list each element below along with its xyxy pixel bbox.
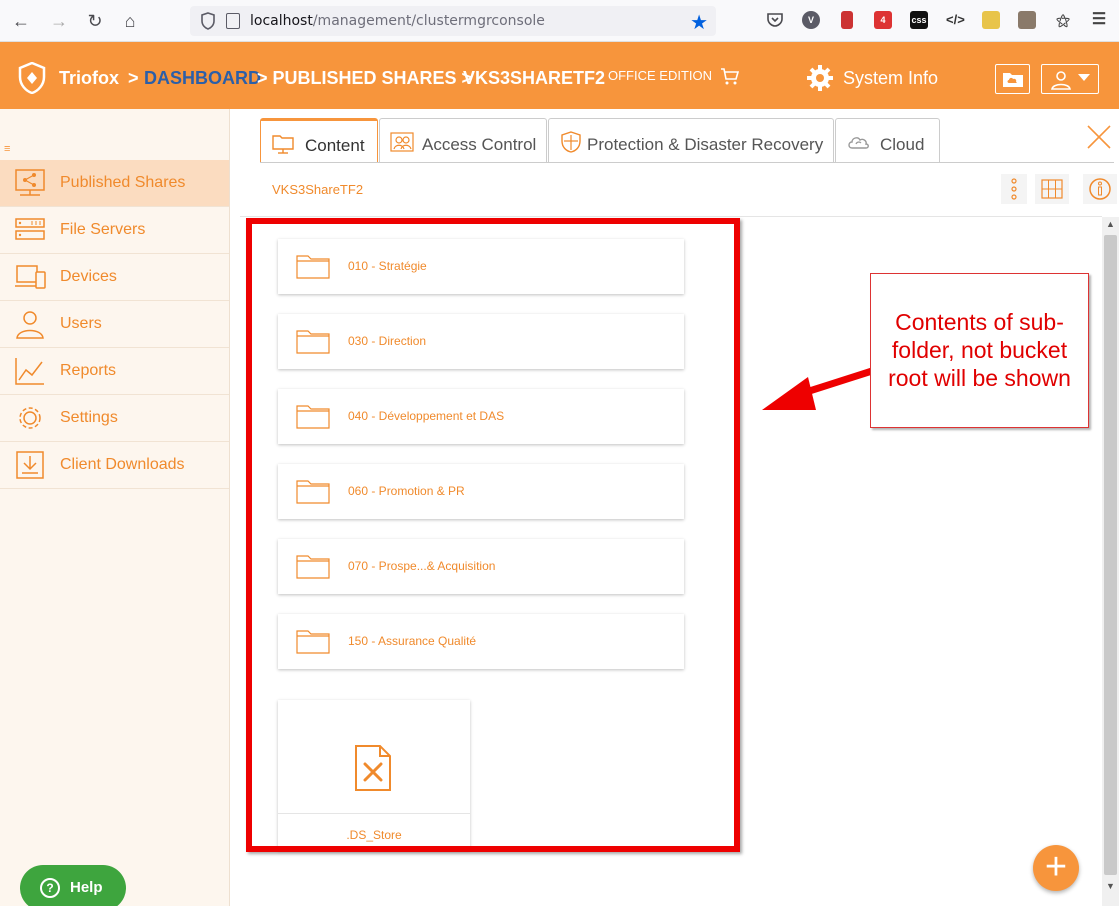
tab-cloud[interactable]: Cloud (835, 118, 940, 162)
extension-badge-icon[interactable]: 4 (874, 11, 892, 29)
gear-icon[interactable] (806, 64, 834, 92)
sidebar-item-label: File Servers (60, 221, 146, 238)
extension-css-icon[interactable]: css (910, 11, 928, 29)
annotation-callout: Contents of sub-folder, not bucket root … (870, 273, 1089, 428)
tab-label: Protection & Disaster Recovery (587, 135, 824, 154)
extension-pen-icon[interactable] (982, 11, 1000, 29)
pocket-icon[interactable] (766, 11, 784, 29)
sidebar-item-users[interactable]: Users (0, 301, 229, 348)
sidebar-item-reports[interactable]: Reports (0, 348, 229, 395)
scroll-thumb[interactable] (1104, 235, 1117, 875)
help-icon: ? (40, 878, 60, 898)
scrollbar[interactable]: ▲ ▼ (1102, 217, 1119, 906)
user-menu-button[interactable] (1041, 64, 1099, 94)
extension-badge-count: 4 (880, 15, 886, 25)
add-button[interactable]: + (1033, 845, 1079, 891)
system-info-link[interactable]: System Info (843, 68, 938, 89)
user-icon (1051, 71, 1071, 90)
breadcrumb-published-shares[interactable]: > PUBLISHED SHARES > (257, 68, 472, 89)
menu-icon[interactable]: ☰ (1090, 11, 1108, 29)
sidebar-item-label: Client Downloads (60, 456, 185, 473)
sidebar-item-label: Published Shares (60, 174, 186, 191)
cloud-folder-icon (1003, 73, 1023, 87)
app-header: Triofox > DASHBOARD > PUBLISHED SHARES >… (0, 42, 1119, 109)
extension-red-icon[interactable] (841, 11, 853, 29)
tab-label: Cloud (880, 135, 925, 154)
breadcrumb-separator: > (128, 68, 139, 88)
tab-label: Content (305, 136, 365, 155)
download-icon (16, 451, 44, 479)
cart-icon[interactable] (720, 66, 740, 86)
sidebar-item-settings[interactable]: Settings (0, 395, 229, 442)
back-icon[interactable]: ← (10, 10, 32, 32)
info-button[interactable] (1083, 174, 1117, 204)
breadcrumb-dashboard[interactable]: DASHBOARD (144, 68, 261, 89)
cloud-folder-button[interactable] (995, 64, 1030, 94)
sidebar: ≡ Published Shares File Servers Devices … (0, 109, 230, 906)
vertical-dots-icon (1011, 178, 1017, 200)
gear-icon (19, 407, 41, 429)
page-icon (226, 13, 240, 29)
user-icon (16, 311, 44, 339)
brand-name: Triofox (59, 68, 120, 88)
share-icon (15, 169, 45, 196)
url-bar[interactable]: localhost/management/clustermgrconsole ★ (190, 6, 716, 36)
sidebar-item-published-shares[interactable]: Published Shares (0, 160, 229, 207)
code-icon[interactable]: </> (946, 11, 965, 29)
scroll-up-icon[interactable]: ▲ (1104, 219, 1117, 233)
close-icon[interactable] (1086, 124, 1112, 150)
sidebar-item-label: Users (60, 315, 102, 332)
tab-protection[interactable]: Protection & Disaster Recovery (548, 118, 834, 162)
triofox-logo-icon (18, 62, 46, 94)
sidebar-toggle-icon[interactable]: ≡ (4, 143, 10, 155)
users-icon (390, 132, 414, 152)
extension-css-label: css (911, 15, 927, 25)
shield-icon (201, 12, 215, 30)
content-divider (240, 216, 1102, 217)
annotation-frame (246, 218, 740, 852)
bookmark-star-icon[interactable]: ★ (690, 10, 708, 35)
sidebar-item-client-downloads[interactable]: Client Downloads (0, 442, 229, 489)
more-options-button[interactable] (1001, 174, 1027, 204)
info-icon (1089, 178, 1111, 200)
extension-image-icon[interactable] (1018, 11, 1036, 29)
forward-icon[interactable]: → (48, 10, 70, 32)
grid-view-icon (1041, 179, 1063, 199)
tab-content[interactable]: Content (260, 118, 378, 162)
chevron-down-icon (1078, 74, 1090, 81)
browser-toolbar: ← → ↻ ⌂ localhost/management/clustermgrc… (0, 0, 1119, 42)
sidebar-item-label: Settings (60, 409, 118, 426)
tab-divider (260, 162, 1114, 163)
cloud-sync-icon (848, 137, 869, 149)
shield-icon (561, 131, 581, 153)
breadcrumb-current-share: VKS3SHARETF2 (463, 68, 606, 88)
chart-icon (15, 358, 44, 385)
help-button[interactable]: ? Help (20, 865, 126, 906)
server-icon (15, 218, 45, 240)
help-label: Help (70, 879, 103, 896)
sidebar-item-devices[interactable]: Devices (0, 254, 229, 301)
sidebar-item-label: Reports (60, 362, 117, 379)
tab-access-control[interactable]: Access Control (379, 118, 547, 162)
devices-icon (15, 265, 46, 289)
annotation-text: Contents of sub-folder, not bucket root … (888, 309, 1071, 391)
puzzle-icon[interactable]: ⚝ (1054, 11, 1072, 29)
sidebar-item-label: Devices (60, 268, 117, 285)
home-icon[interactable]: ⌂ (119, 10, 141, 32)
grid-view-button[interactable] (1035, 174, 1069, 204)
tab-label: Access Control (422, 135, 537, 154)
share-path[interactable]: VKS3ShareTF2 (272, 182, 363, 197)
monitor-folder-icon (272, 135, 294, 154)
edition-label: OFFICE EDITION (608, 68, 712, 83)
url-text: localhost/management/clustermgrconsole (250, 13, 545, 29)
reload-icon[interactable]: ↻ (84, 10, 106, 32)
scroll-down-icon[interactable]: ▼ (1104, 881, 1117, 895)
extension-v-icon[interactable]: V (802, 11, 820, 29)
sidebar-item-file-servers[interactable]: File Servers (0, 207, 229, 254)
